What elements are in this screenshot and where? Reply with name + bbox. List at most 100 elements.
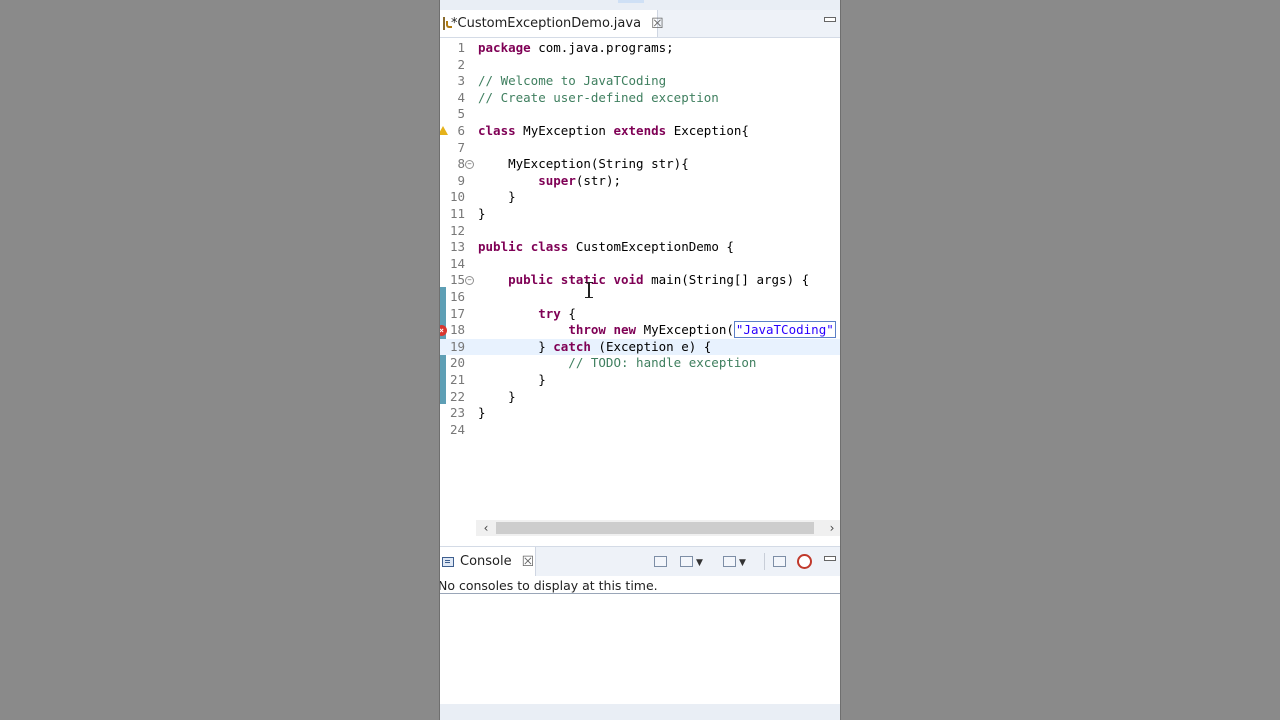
code-line[interactable]: 6 class MyException extends Exception{ xyxy=(440,123,840,140)
code-keyword: new xyxy=(613,322,637,338)
code-text: } xyxy=(478,206,486,223)
code-line[interactable]: 3 // Welcome to JavaTCoding xyxy=(440,73,840,90)
code-line[interactable]: 4 // Create user-defined exception xyxy=(440,90,840,107)
code-token: MyException( xyxy=(636,322,734,338)
code-text: try { xyxy=(478,306,576,323)
code-line[interactable]: 20 // TODO: handle exception xyxy=(440,355,840,372)
code-line[interactable]: 21 } xyxy=(440,372,840,389)
fold-collapse-icon[interactable]: − xyxy=(465,160,474,170)
line-number: 16 xyxy=(449,289,465,304)
code-string: "JavaTCoding" xyxy=(733,321,836,339)
code-line[interactable]: 24 xyxy=(440,422,840,439)
code-text: } catch (Exception e) { xyxy=(478,339,711,356)
code-token: MyException(String str){ xyxy=(478,156,689,172)
line-number: 19 xyxy=(449,338,465,354)
close-icon[interactable]: ☒ xyxy=(522,555,535,569)
code-text: // Create user-defined exception xyxy=(478,90,719,107)
line-number: 1 xyxy=(457,40,465,55)
code-keyword: class xyxy=(530,239,569,255)
code-token: } xyxy=(478,372,546,387)
console-view-icon[interactable] xyxy=(773,553,786,569)
code-text: super(str); xyxy=(478,173,621,190)
bottom-strip xyxy=(440,704,840,720)
code-comment: // TODO: handle exception xyxy=(478,355,757,371)
line-number: 12 xyxy=(449,222,465,238)
console-divider xyxy=(440,593,840,594)
code-line[interactable]: 1 package com.java.programs; xyxy=(440,40,840,57)
editor-tab-customexceptiondemo[interactable]: *CustomExceptionDemo.java ☒ xyxy=(440,10,664,37)
open-console-icon[interactable]: ▼ xyxy=(723,553,746,569)
code-line[interactable]: 10 } xyxy=(440,189,840,206)
line-number: 24 xyxy=(449,421,465,437)
code-line[interactable]: 22 } xyxy=(440,389,840,406)
editor-minimize-icon[interactable] xyxy=(824,17,836,22)
right-background xyxy=(841,0,1280,720)
console-icon xyxy=(442,556,454,567)
code-text: } xyxy=(478,405,486,422)
code-editor[interactable]: 1 package com.java.programs; 2 3 // Welcome … xyxy=(440,38,840,520)
code-line[interactable]: 19 } catch (Exception e) { xyxy=(440,338,840,356)
code-text: package com.java.programs; xyxy=(478,40,674,57)
line-number: 9 xyxy=(457,172,465,188)
code-comment: // Welcome to JavaTCoding xyxy=(478,73,667,89)
line-number: 7 xyxy=(457,139,465,155)
code-token: } xyxy=(478,189,516,205)
code-keyword: public xyxy=(478,239,524,255)
code-token: (Exception e) { xyxy=(590,338,712,354)
scroll-left-icon[interactable]: ‹ xyxy=(478,520,494,536)
line-number: 13 xyxy=(449,239,465,255)
scroll-right-icon[interactable]: › xyxy=(824,520,840,536)
console-tab[interactable]: Console ☒ xyxy=(440,547,536,576)
code-keyword: static xyxy=(560,272,606,288)
code-line[interactable]: 18 × throw new MyException("JavaTCoding" xyxy=(440,321,840,339)
close-icon[interactable]: ☒ xyxy=(651,17,664,31)
code-keyword: catch xyxy=(553,338,591,354)
code-keyword: package xyxy=(478,40,531,55)
code-line[interactable]: 11} xyxy=(440,206,840,223)
toolbar-separator xyxy=(764,553,765,570)
pin-console-icon[interactable] xyxy=(654,553,667,569)
code-line[interactable]: 7 xyxy=(440,140,840,157)
code-line[interactable]: 8− MyException(String str){ xyxy=(440,156,840,173)
code-token: CustomExceptionDemo { xyxy=(568,239,734,255)
text-cursor-icon xyxy=(585,282,593,298)
code-line[interactable]: 9 super(str); xyxy=(440,173,840,190)
code-line[interactable]: 15− public static void main(String[] arg… xyxy=(440,272,840,289)
code-token: } xyxy=(478,338,554,354)
code-text: // Welcome to JavaTCoding xyxy=(478,73,666,90)
line-number: 11 xyxy=(449,206,465,221)
console-body: No consoles to display at this time. xyxy=(440,576,840,704)
line-number: 23 xyxy=(449,405,465,421)
code-keyword: super xyxy=(538,172,576,188)
code-keyword: public xyxy=(508,272,554,288)
code-line[interactable]: 12 xyxy=(440,223,840,240)
remote-console-icon[interactable] xyxy=(797,553,812,569)
line-number: 15 xyxy=(449,272,465,288)
line-number: 4 xyxy=(457,89,465,105)
scroll-thumb[interactable] xyxy=(496,522,814,534)
line-number: 2 xyxy=(457,56,465,72)
fold-collapse-icon[interactable]: − xyxy=(465,276,474,286)
code-line[interactable]: 5 xyxy=(440,106,840,123)
code-line[interactable]: 14 xyxy=(440,256,840,273)
code-line[interactable]: 2 xyxy=(440,57,840,74)
horizontal-scrollbar[interactable]: ‹ › xyxy=(476,520,840,536)
warning-icon[interactable] xyxy=(440,126,448,135)
console-tab-title: Console xyxy=(460,554,512,569)
console-minimize-icon[interactable] xyxy=(824,556,836,561)
display-console-icon[interactable]: ▼ xyxy=(680,553,703,569)
left-background xyxy=(0,0,439,720)
code-keyword: throw xyxy=(568,322,606,338)
code-text: // TODO: handle exception xyxy=(478,355,756,372)
code-line[interactable]: 13 public class CustomExceptionDemo { xyxy=(440,239,840,256)
chevron-down-icon[interactable]: ▼ xyxy=(696,558,703,568)
chevron-down-icon[interactable]: ▼ xyxy=(739,558,746,568)
code-line[interactable]: 23} xyxy=(440,405,840,422)
code-line[interactable]: 17 try { xyxy=(440,306,840,323)
line-number: 10 xyxy=(449,189,465,205)
code-token: main(String[] args) { xyxy=(643,272,810,288)
code-line[interactable]: 16 xyxy=(440,289,840,306)
